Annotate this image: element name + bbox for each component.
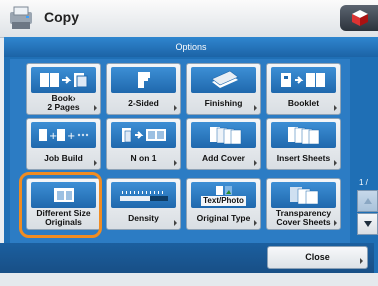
original-type-button[interactable]: Text/Photo Original Type: [186, 178, 261, 230]
close-label: Close: [305, 252, 330, 262]
scroll-up-button[interactable]: [357, 190, 378, 212]
scroll-down-button[interactable]: [357, 213, 378, 235]
top-bar: Copy: [0, 0, 378, 38]
book-2-pages-button[interactable]: Book› 2 Pages: [26, 63, 101, 115]
insert-sheets-button[interactable]: Insert Sheets: [266, 118, 341, 170]
submenu-arrow-icon: [174, 160, 177, 166]
button-label: Insert Sheets: [276, 152, 331, 163]
up-arrow-icon: [364, 198, 372, 204]
copy-app-icon: [8, 4, 38, 32]
button-label: 2-Sided: [128, 97, 159, 108]
job-build-icon: + +: [31, 122, 96, 148]
submenu-arrow-icon: [254, 105, 257, 111]
insert-sheets-icon: [271, 122, 336, 148]
booklet-button[interactable]: Booklet: [266, 63, 341, 115]
submenu-arrow-icon: [174, 105, 177, 111]
app-title: Copy: [44, 9, 79, 25]
transparency-cover-sheets-icon: [271, 182, 336, 208]
add-cover-button[interactable]: Add Cover: [186, 118, 261, 170]
button-label: N on 1: [130, 152, 157, 163]
submenu-arrow-icon: [334, 160, 337, 166]
selection-highlight: [19, 172, 102, 238]
density-slider-icon: [111, 182, 176, 208]
svg-text:+: +: [67, 131, 75, 142]
add-cover-icon: [191, 122, 256, 148]
n-on-1-icon: [111, 122, 176, 148]
submenu-arrow-icon: [254, 160, 257, 166]
submenu-arrow-icon: [334, 105, 337, 111]
page-indicator: 1 /: [359, 178, 368, 187]
bottom-strip: [0, 273, 378, 286]
finishing-icon: [191, 67, 256, 93]
down-arrow-icon: [364, 221, 372, 227]
density-button[interactable]: Density: [106, 178, 181, 230]
button-label: Density: [128, 212, 159, 223]
button-label: Add Cover: [202, 152, 245, 163]
submenu-arrow-icon: [360, 258, 363, 264]
svg-text:+: +: [49, 131, 57, 142]
button-label: Finishing: [204, 97, 243, 108]
close-button[interactable]: Close: [267, 246, 368, 269]
button-label: Booklet: [287, 97, 320, 108]
original-type-value: Text/Photo: [201, 195, 246, 206]
text-photo-icon: Text/Photo: [191, 182, 256, 208]
2-sided-button[interactable]: 2-Sided: [106, 63, 181, 115]
job-build-button[interactable]: + + Job Build: [26, 118, 101, 170]
button-label: Book› 2 Pages: [47, 93, 80, 112]
book-to-pages-icon: [31, 67, 96, 93]
submenu-arrow-icon: [334, 220, 337, 226]
button-label: Transparency Cover Sheets: [275, 208, 332, 227]
submenu-arrow-icon: [94, 160, 97, 166]
submenu-arrow-icon: [94, 105, 97, 111]
panel-title: Options: [4, 37, 378, 57]
submenu-arrow-icon: [254, 220, 257, 226]
submenu-arrow-icon: [174, 220, 177, 226]
status-monitor-button[interactable]: [340, 5, 378, 31]
button-label: Job Build: [44, 152, 83, 163]
finishing-button[interactable]: Finishing: [186, 63, 261, 115]
transparency-cover-sheets-button[interactable]: Transparency Cover Sheets: [266, 178, 341, 230]
n-on-1-button[interactable]: N on 1: [106, 118, 181, 170]
two-sided-icon: [111, 67, 176, 93]
button-label: Original Type: [196, 212, 251, 223]
booklet-icon: [271, 67, 336, 93]
